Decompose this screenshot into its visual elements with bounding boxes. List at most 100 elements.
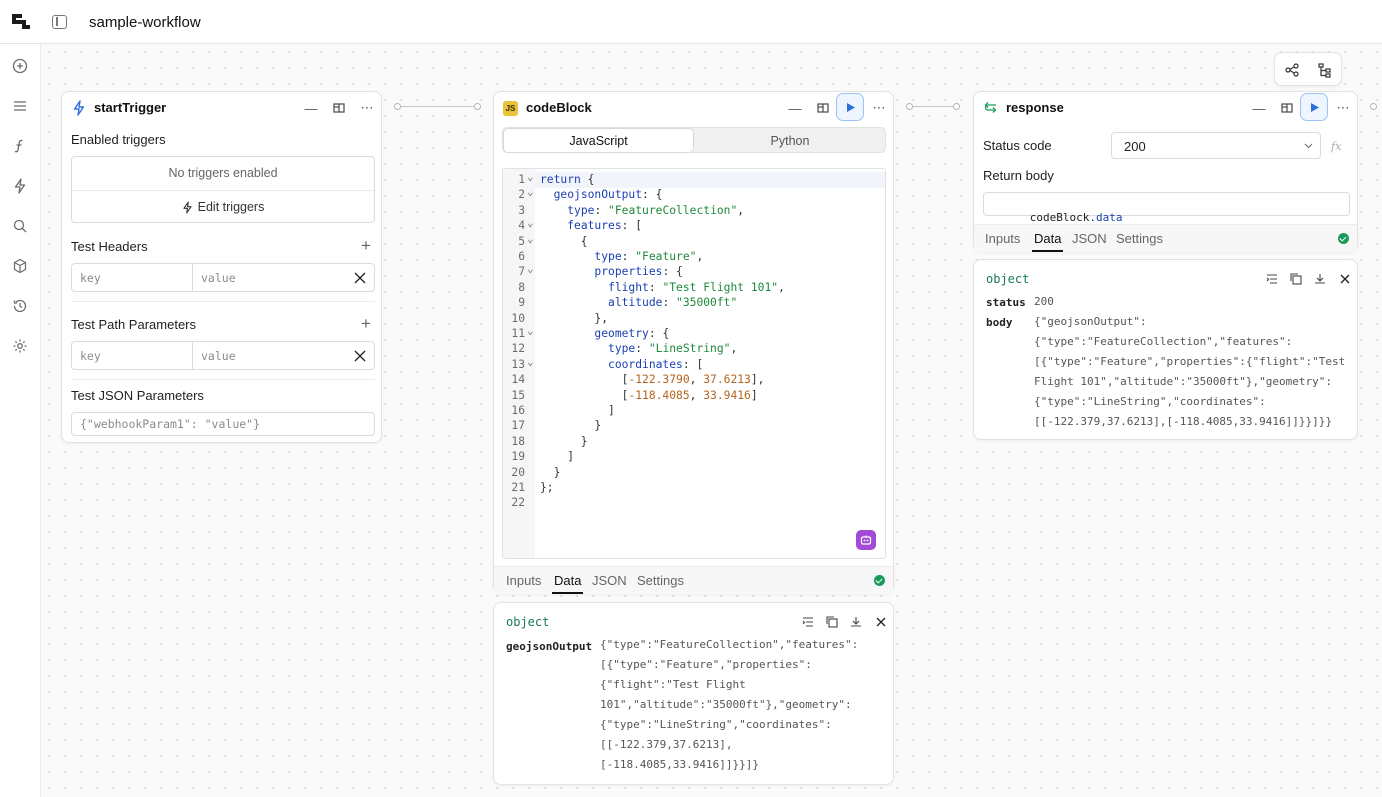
code-editor[interactable]: 1 ⌄ return {2 ⌄ geojsonOutput: {3 type: "Fe… (502, 168, 886, 559)
fold-chevron-icon[interactable]: ⌄ (527, 215, 534, 230)
left-rail (0, 44, 41, 797)
add-circle-icon[interactable] (11, 57, 29, 75)
output-value-line: [{"type":"Feature","properties": (600, 658, 812, 671)
collapse-icon[interactable] (801, 615, 815, 629)
tab-settings[interactable]: Settings (1116, 231, 1163, 246)
code-line[interactable]: 3 type: "FeatureCollection", (503, 203, 883, 218)
edit-triggers-button[interactable]: Edit triggers (72, 191, 374, 223)
run-button[interactable] (1300, 93, 1328, 121)
code-line[interactable]: 20 } (503, 465, 883, 480)
language-tab-python[interactable]: Python (695, 128, 885, 153)
close-icon[interactable] (354, 350, 366, 362)
graph-layout-icon[interactable] (1284, 62, 1300, 78)
split-view-icon[interactable] (1279, 100, 1295, 116)
more-options-icon[interactable]: ⋯ (871, 100, 887, 116)
code-line[interactable]: 2 ⌄ geojsonOutput: { (503, 184, 883, 202)
download-icon[interactable] (1313, 272, 1327, 286)
header-value-input[interactable]: value (193, 264, 343, 291)
workflow-title[interactable]: sample-workflow (89, 14, 201, 31)
language-tab-javascript[interactable]: JavaScript (503, 128, 694, 153)
sidebar-toggle-icon[interactable] (52, 15, 67, 29)
code-line[interactable]: 6 type: "Feature", (503, 249, 883, 264)
code-block-input-port[interactable] (474, 103, 481, 110)
close-icon[interactable] (1338, 272, 1352, 286)
code-line[interactable]: 18 } (503, 434, 883, 449)
tab-data[interactable]: Data (1031, 231, 1064, 252)
fold-chevron-icon[interactable]: ⌄ (527, 231, 534, 246)
code-line[interactable]: 21}; (503, 480, 883, 495)
response-output-port[interactable] (1370, 103, 1377, 110)
start-trigger-node[interactable]: startTrigger — ⋯ Enabled triggers No tri… (61, 91, 382, 443)
more-options-icon[interactable]: ⋯ (359, 100, 375, 116)
settings-gear-icon[interactable] (11, 337, 29, 355)
function-icon[interactable] (11, 137, 29, 155)
code-line[interactable]: 8 flight: "Test Flight 101", (503, 280, 883, 295)
fold-chevron-icon[interactable]: ⌄ (527, 184, 534, 199)
split-view-icon[interactable] (331, 100, 347, 116)
triggers-box: No triggers enabled Edit triggers (71, 156, 375, 223)
download-icon[interactable] (849, 615, 863, 629)
code-block-output-port[interactable] (906, 103, 913, 110)
return-body-input[interactable]: codeBlock.data (983, 192, 1350, 224)
code-line[interactable]: 12 type: "LineString", (503, 341, 883, 356)
line-number: 10 (511, 311, 525, 325)
tab-inputs[interactable]: Inputs (985, 231, 1020, 246)
path-param-key-input[interactable]: key (72, 342, 193, 369)
code-line[interactable]: 4 ⌄ features: [ (503, 215, 883, 233)
code-line[interactable]: 19 ] (503, 449, 883, 464)
code-line[interactable]: 9 altitude: "35000ft" (503, 295, 883, 310)
tree-layout-icon[interactable] (1317, 62, 1333, 78)
minimize-icon[interactable]: — (303, 100, 319, 116)
status-code-select[interactable]: 200 (1111, 132, 1321, 159)
lightning-icon[interactable] (11, 177, 29, 195)
fold-chevron-icon[interactable]: ⌄ (527, 169, 534, 184)
minimize-icon[interactable]: — (787, 100, 803, 116)
fold-chevron-icon[interactable]: ⌄ (527, 323, 534, 338)
close-icon[interactable] (354, 272, 366, 284)
code-line[interactable]: 15 [-118.4085, 33.9416] (503, 388, 883, 403)
path-param-value-input[interactable]: value (193, 342, 343, 369)
split-view-icon[interactable] (815, 100, 831, 116)
line-number: 11 (511, 327, 525, 340)
app-logo-icon[interactable] (11, 12, 31, 32)
ai-assistant-button[interactable] (856, 530, 876, 550)
history-icon[interactable] (11, 297, 29, 315)
node-title[interactable]: startTrigger (94, 100, 166, 115)
code-line[interactable]: 11 ⌄ geometry: { (503, 323, 883, 341)
tab-json[interactable]: JSON (592, 573, 627, 588)
tab-data[interactable]: Data (551, 573, 584, 594)
header-key-input[interactable]: key (72, 264, 193, 291)
close-icon[interactable] (874, 615, 888, 629)
copy-icon[interactable] (1289, 272, 1303, 286)
tab-settings[interactable]: Settings (637, 573, 684, 588)
list-icon[interactable] (11, 97, 29, 115)
node-title[interactable]: codeBlock (526, 100, 592, 115)
run-button[interactable] (836, 93, 864, 121)
fold-chevron-icon[interactable]: ⌄ (527, 354, 534, 369)
code-line[interactable]: 22 (503, 495, 883, 510)
fold-chevron-icon[interactable]: ⌄ (527, 261, 534, 276)
tab-inputs[interactable]: Inputs (506, 573, 541, 588)
add-path-param-icon[interactable]: + (358, 314, 374, 333)
minimize-icon[interactable]: — (1251, 100, 1267, 116)
tab-json[interactable]: JSON (1072, 231, 1107, 246)
response-input-port[interactable] (953, 103, 960, 110)
copy-icon[interactable] (825, 615, 839, 629)
code-line[interactable]: 14 [-122.3790, 37.6213], (503, 372, 883, 387)
code-line[interactable]: 5 ⌄ { (503, 231, 883, 249)
start-trigger-output-port[interactable] (394, 103, 401, 110)
search-icon[interactable] (11, 217, 29, 235)
more-options-icon[interactable]: ⋯ (1335, 100, 1351, 116)
code-line[interactable]: 1 ⌄ return { (503, 169, 883, 187)
package-icon[interactable] (11, 257, 29, 275)
code-line[interactable]: 17 } (503, 418, 883, 433)
code-line[interactable]: 7 ⌄ properties: { (503, 261, 883, 279)
add-header-icon[interactable]: + (358, 236, 374, 255)
node-title[interactable]: response (1006, 100, 1064, 115)
collapse-icon[interactable] (1265, 272, 1279, 286)
code-line[interactable]: 10 }, (503, 311, 883, 326)
code-line[interactable]: 16 ] (503, 403, 883, 418)
code-line[interactable]: 13 ⌄ coordinates: [ (503, 354, 883, 372)
fx-toggle-icon[interactable]: fx (1331, 140, 1341, 153)
json-params-input[interactable]: {"webhookParam1": "value"} (71, 412, 375, 436)
